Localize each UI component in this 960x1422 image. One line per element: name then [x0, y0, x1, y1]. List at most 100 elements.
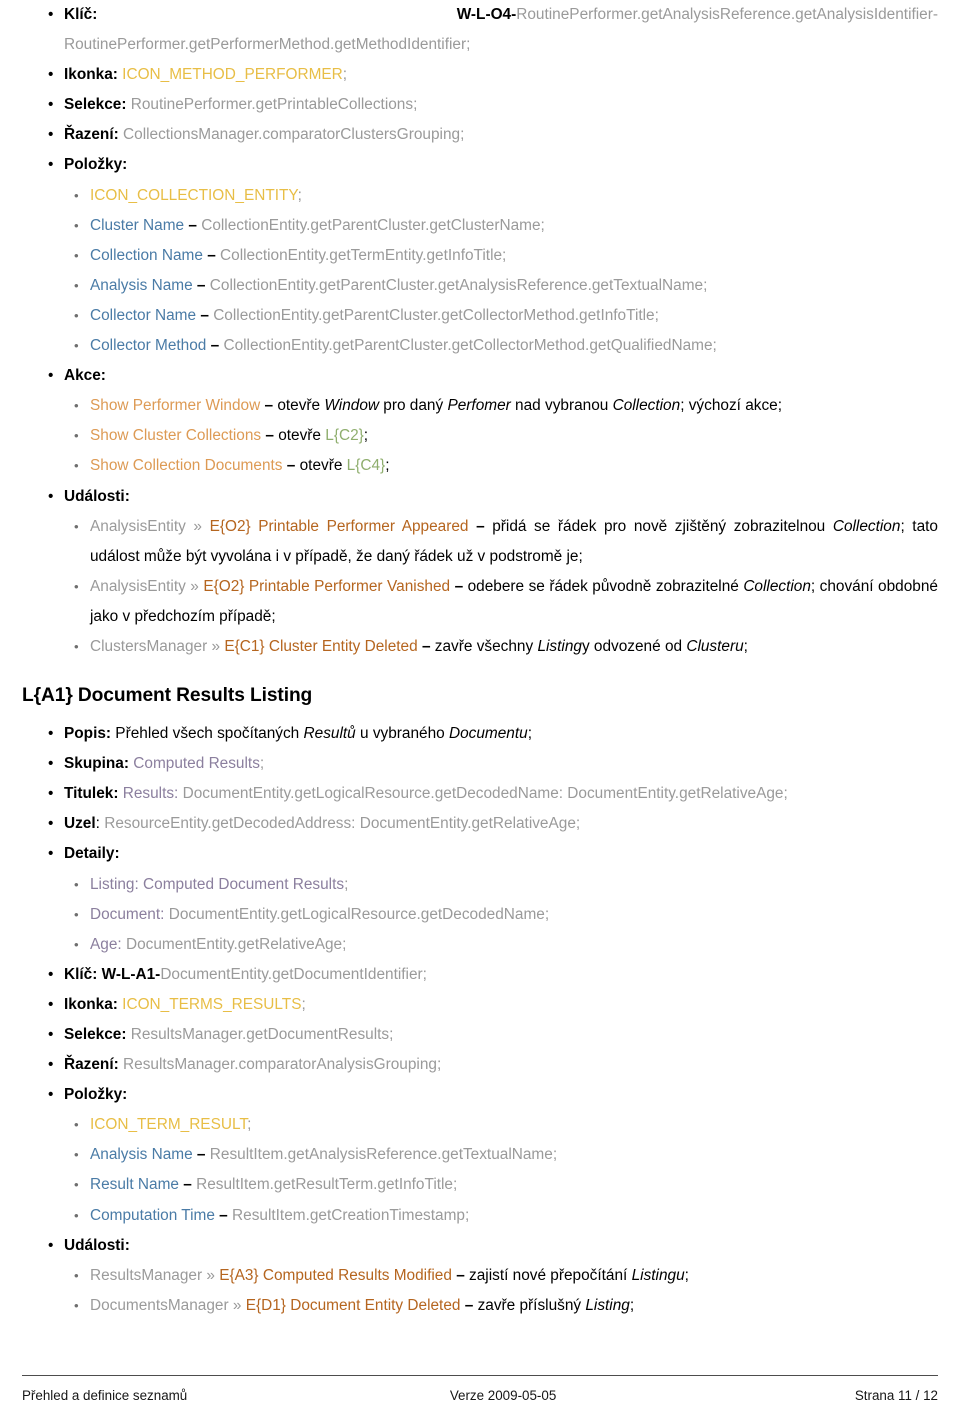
list-item-column: ICON_TERM_RESULT; [22, 1110, 938, 1140]
events-label: Události: [64, 487, 130, 505]
body-text: nad vybranou [510, 397, 613, 415]
list-item-node: Uzel: ResourceEntity.getDecodedAddress: … [22, 809, 938, 839]
action-name: Show Performer Window [90, 397, 261, 415]
body-text: otevře [277, 397, 325, 415]
body-text: zavře všechny [434, 637, 538, 655]
event-name: E{A3} Computed Results Modified [219, 1266, 452, 1284]
list-item-detail: Age: DocumentEntity.getRelativeAge; [22, 930, 938, 960]
column-name: Collector Method [90, 337, 207, 355]
list-item-items-label: Položky: [22, 1080, 938, 1110]
event-name: E{O2} Printable Performer Vanished [203, 577, 451, 595]
key-id: W-L-A1- [101, 965, 161, 983]
icon-label: Ikonka: [64, 995, 118, 1013]
semicolon: ; [703, 276, 708, 294]
page-footer: Přehled a definice seznamů Verze 2009-05… [22, 1382, 938, 1408]
list-item-detail: Listing: Computed Document Results; [22, 870, 938, 900]
list-item-event: DocumentsManager » E{D1} Document Entity… [22, 1291, 938, 1321]
body-text: otevře [278, 427, 326, 445]
dash-separator: – [219, 1206, 228, 1224]
list-item-key: Klíč: W-L-O4-RoutinePerformer.getAnalysi… [22, 0, 938, 60]
footer-version-text: Verze 2009-05-05 [449, 1387, 557, 1403]
key-semicolon: ; [466, 36, 471, 54]
event-source: DocumentsManager [90, 1296, 229, 1314]
emphasis-text: Listingu [631, 1266, 685, 1284]
list-item-event: AnalysisEntity » E{O2} Printable Perform… [22, 512, 938, 572]
heading-gap [22, 710, 938, 719]
semicolon: ; [247, 1116, 252, 1134]
column-path: ResultItem.getResultTerm.getInfoTitle [196, 1176, 453, 1194]
body-text: ; výchozí akce; [680, 397, 782, 415]
icon-semicolon: ; [342, 66, 348, 84]
list-item-event: AnalysisEntity » E{O2} Printable Perform… [22, 572, 938, 632]
node-value: ResourceEntity.getDecodedAddress: Docume… [104, 815, 576, 833]
emphasis-text: Listing [537, 637, 582, 655]
body-text: y odvozené od [581, 637, 687, 655]
dash-separator: – [265, 427, 274, 445]
list-item-column: Analysis Name – ResultItem.getAnalysisRe… [22, 1140, 938, 1170]
column-path: CollectionEntity.getTermEntity.getInfoTi… [220, 246, 503, 264]
semicolon: ; [342, 935, 347, 953]
icon-token: ICON_TERM_RESULT [90, 1116, 248, 1134]
list-item-column: Computation Time – ResultItem.getCreatio… [22, 1201, 938, 1231]
dash-separator: – [421, 637, 431, 655]
dash-separator: – [464, 1296, 474, 1314]
emphasis-text: Documentu [448, 725, 528, 743]
list-item-icon: Ikonka: ICON_METHOD_PERFORMER; [22, 60, 938, 90]
column-path: CollectionEntity.getParentCluster.getAna… [209, 276, 704, 294]
column-name: Cluster Name [90, 216, 185, 234]
footer-divider [22, 1375, 938, 1376]
event-source: ResultsManager [90, 1266, 203, 1284]
list-item-icon: Ikonka: ICON_TERMS_RESULTS; [22, 990, 938, 1020]
title-semicolon: ; [783, 785, 788, 803]
semicolon: ; [297, 186, 302, 204]
selection-label: Selekce: [64, 96, 127, 114]
ordering-label: Řazení: [64, 126, 119, 144]
column-name: Collector Name [90, 306, 197, 324]
description-text: Přehled všech spočítaných Resultů u vybr… [111, 725, 532, 742]
body-text: zavře příslušný [477, 1296, 586, 1314]
semicolon: ; [544, 905, 550, 923]
list-item-key: Klíč: W-L-A1-DocumentEntity.getDocumentI… [22, 960, 938, 990]
semicolon: ; [552, 1146, 558, 1164]
list-item-action: Show Cluster Collections – otevře L{C2}; [22, 421, 938, 451]
events-label: Události: [64, 1236, 130, 1254]
event-source: ClustersManager [90, 637, 208, 655]
list-item-column: Collection Name – CollectionEntity.getTe… [22, 241, 938, 271]
body-text: odebere se řádek původně zobrazitelné [467, 577, 744, 595]
dash-separator: – [210, 337, 220, 355]
title-value-rest: DocumentEntity.getLogicalResource.getDec… [178, 785, 784, 803]
selection-value: RoutinePerformer.getPrintableCollections [130, 96, 414, 114]
emphasis-text: Collection [612, 397, 681, 415]
action-name: Show Cluster Collections [90, 427, 262, 445]
body-text: pro daný [379, 397, 448, 415]
listing-reference: L{C2} [325, 427, 364, 445]
ordering-semicolon: ; [436, 1056, 442, 1074]
section-o4-items: ICON_COLLECTION_ENTITY; Cluster Name – Co… [22, 181, 938, 362]
group-semicolon: ; [259, 755, 265, 773]
column-path: CollectionEntity.getParentCluster.getCol… [223, 337, 713, 355]
icon-token: ICON_METHOD_PERFORMER [122, 66, 343, 84]
event-source: AnalysisEntity [90, 517, 186, 535]
list-item-group: Skupina: Computed Results; [22, 749, 938, 779]
section-a1-list: Popis: Přehled všech spočítaných Resultů… [22, 719, 938, 869]
icon-token: ICON_COLLECTION_ENTITY [90, 186, 298, 204]
event-name: E{C1} Cluster Entity Deleted [224, 637, 418, 655]
detail-label: Age: [90, 935, 122, 953]
icon-label: Ikonka: [64, 66, 118, 84]
title-label: Titulek: [64, 785, 119, 803]
dash-separator: – [188, 216, 197, 234]
description-label: Popis: [64, 725, 112, 743]
column-path: ResultItem.getAnalysisReference.getTextu… [209, 1146, 553, 1164]
list-item-selection: Selekce: ResultsManager.getDocumentResul… [22, 1020, 938, 1050]
detail-label: Listing: [90, 875, 139, 893]
section-o4-events: AnalysisEntity » E{O2} Printable Perform… [22, 512, 938, 662]
list-item-column: Cluster Name – CollectionEntity.getParen… [22, 211, 938, 241]
key-path: DocumentEntity.getDocumentIdentifier [160, 965, 423, 983]
section-o4-actions: Show Performer Window – otevře Window pr… [22, 391, 938, 481]
section-a1-events-label-list: Události: [22, 1231, 938, 1261]
key-id: W-L-O4- [456, 6, 517, 23]
column-name: Computation Time [90, 1206, 215, 1224]
detail-value: Computed Document Results [138, 875, 345, 893]
